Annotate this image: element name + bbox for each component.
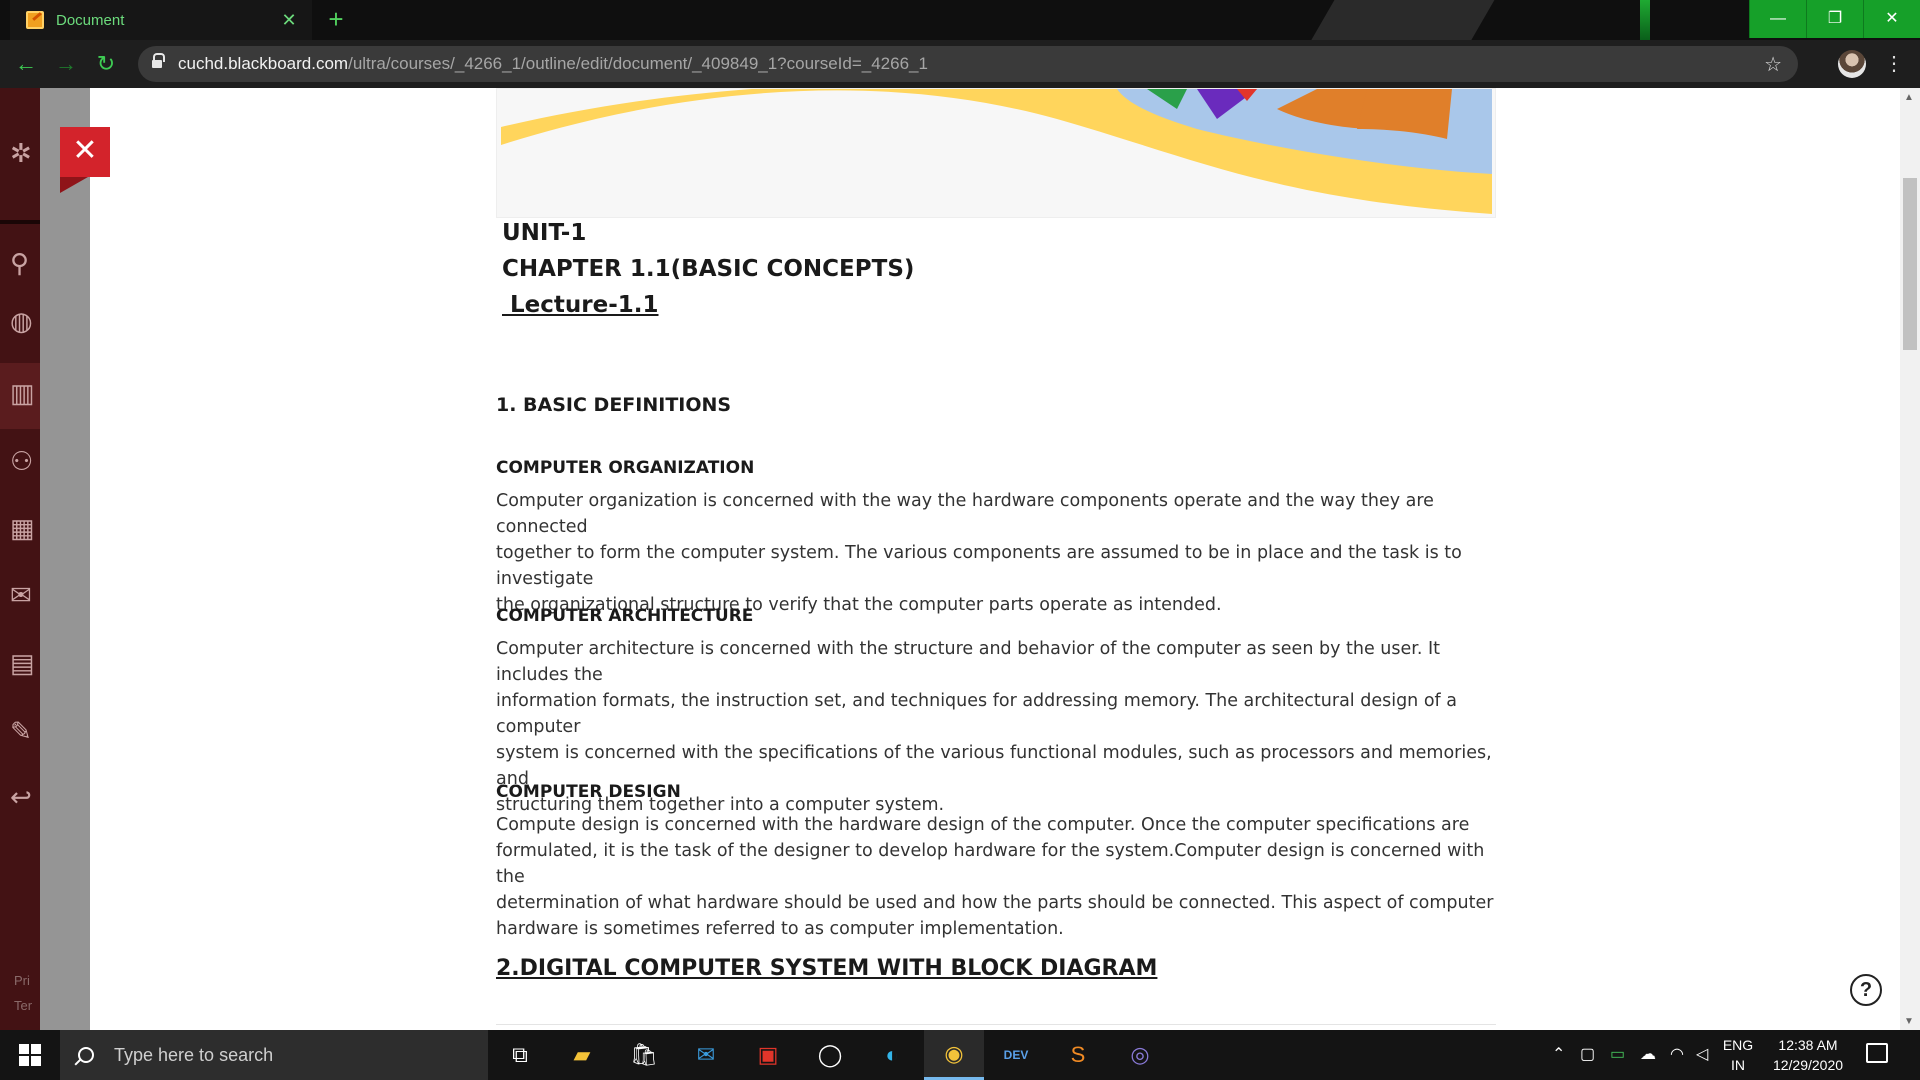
mail-icon[interactable]: ✉ — [676, 1030, 736, 1080]
taskbar-search-box[interactable]: Type here to search — [60, 1030, 488, 1080]
volume-icon[interactable]: ◁ — [1696, 1044, 1708, 1064]
windows-taskbar: Type here to search ⧉ ▰ 🛍 ✉ ▣ ◯ ◐ ◉ DEV … — [0, 1030, 1920, 1080]
paragraph-computer-organization: Computer organization is concerned with … — [496, 488, 1496, 618]
region-code: IN — [1731, 1057, 1745, 1073]
search-icon — [78, 1047, 94, 1063]
lecture-heading: Lecture-1.1 — [502, 292, 659, 318]
courses-icon[interactable]: ▥ — [10, 378, 40, 408]
url-host: cuchd.blackboard.com — [178, 54, 349, 73]
nav-separator — [0, 220, 40, 224]
user-icon[interactable]: ⚲ — [10, 248, 40, 278]
scroll-up-arrow-icon[interactable]: ▲ — [1904, 92, 1914, 103]
privacy-link[interactable]: Pri — [14, 973, 30, 988]
lock-icon — [152, 53, 165, 70]
globe-icon[interactable]: ◍ — [10, 306, 40, 336]
sign-out-icon[interactable]: ↩ — [10, 782, 40, 812]
terms-link[interactable]: Ter — [14, 998, 32, 1013]
help-icon[interactable]: ? — [1850, 974, 1882, 1006]
banner-illustration — [497, 89, 1495, 217]
edge-icon[interactable]: ◐ — [862, 1030, 922, 1080]
minimize-button[interactable]: — — [1749, 0, 1806, 38]
tab-title: Document — [56, 11, 125, 29]
theme-decoration — [1294, 0, 1506, 40]
bookmark-star-icon[interactable]: ☆ — [1764, 52, 1782, 77]
gear-icon[interactable]: ✲ — [10, 138, 40, 168]
search-placeholder: Type here to search — [114, 1044, 274, 1065]
text-line: Computer architecture is concerned with … — [496, 639, 1440, 685]
text-line: Compute design is concerned with the har… — [496, 815, 1470, 835]
text-line: Computer organization is concerned with … — [496, 491, 1434, 537]
clock-time: 12:38 AM — [1778, 1037, 1838, 1053]
tools-icon[interactable]: ✎ — [10, 716, 40, 746]
battery-icon[interactable]: ▭ — [1610, 1044, 1625, 1064]
address-bar[interactable]: cuchd.blackboard.com/ultra/courses/_4266… — [138, 46, 1798, 82]
reload-icon[interactable]: ↻ — [86, 44, 126, 84]
show-hidden-icons-chevron-icon[interactable]: ⌃ — [1552, 1044, 1565, 1064]
text-line: formulated, it is the task of the design… — [496, 841, 1485, 887]
input-language[interactable]: ENG IN — [1716, 1035, 1760, 1075]
document-panel: UNIT-1 CHAPTER 1.1(BASIC CONCEPTS) Lectu… — [90, 88, 1900, 1030]
text-line: determination of what hardware should be… — [496, 893, 1494, 913]
windows-start-icon[interactable] — [0, 1030, 60, 1080]
eclipse-icon[interactable]: ◎ — [1110, 1030, 1170, 1080]
calendar-icon[interactable]: ▦ — [10, 513, 40, 543]
unit-heading: UNIT-1 — [502, 220, 587, 246]
course-nav-sidebar: ✲ ⚲ ◍ ▥ ⚇ ▦ ✉ ▤ ✎ ↩ Pri Ter — [0, 88, 40, 1030]
close-panel-button[interactable]: ✕ — [60, 127, 110, 177]
dev-cpp-icon[interactable]: DEV — [986, 1030, 1046, 1080]
page-scrollbar[interactable]: ▲ ▼ — [1900, 88, 1920, 1030]
scroll-down-arrow-icon[interactable]: ▼ — [1904, 1016, 1914, 1027]
text-line: together to form the computer system. Th… — [496, 543, 1462, 589]
chrome-icon[interactable]: ◉ — [924, 1030, 984, 1080]
course-banner-image — [496, 88, 1496, 218]
document-favicon-icon — [26, 11, 44, 29]
file-explorer-icon[interactable]: ▰ — [552, 1030, 612, 1080]
url-path: /ultra/courses/_4266_1/outline/edit/docu… — [348, 54, 928, 73]
meet-now-icon[interactable]: ▢ — [1580, 1044, 1595, 1064]
profile-avatar[interactable] — [1838, 50, 1866, 78]
web-page: ✲ ⚲ ◍ ▥ ⚇ ▦ ✉ ▤ ✎ ↩ Pri Ter UNIT-1 CHAPT… — [0, 88, 1920, 1030]
wifi-icon[interactable]: ◠ — [1670, 1044, 1684, 1064]
store-icon[interactable]: 🛍 — [614, 1030, 674, 1080]
section-heading-basic-definitions: 1. BASIC DEFINITIONS — [496, 394, 732, 416]
scroll-thumb[interactable] — [1903, 178, 1917, 350]
panel-overlay — [40, 88, 90, 1030]
subheading-computer-organization: COMPUTER ORGANIZATION — [496, 458, 755, 478]
tab-close-icon[interactable]: ✕ — [274, 10, 304, 31]
forward-arrow-icon[interactable]: → — [46, 44, 86, 84]
onedrive-icon[interactable]: ☁ — [1640, 1044, 1656, 1064]
grades-icon[interactable]: ▤ — [10, 648, 40, 678]
notifications-icon[interactable] — [1866, 1043, 1888, 1063]
browser-menu-icon[interactable]: ⋮ — [1884, 50, 1904, 78]
messages-icon[interactable]: ✉ — [10, 580, 40, 610]
theme-decoration-accent — [1640, 0, 1650, 40]
organizations-icon[interactable]: ⚇ — [10, 446, 40, 476]
browser-tab[interactable]: Document ✕ — [10, 0, 312, 40]
whatsapp-icon[interactable]: ◯ — [800, 1030, 860, 1080]
paragraph-computer-design: Compute design is concerned with the har… — [496, 812, 1496, 942]
new-tab-button[interactable]: + — [320, 5, 352, 35]
text-line: hardware is sometimes referred to as com… — [496, 919, 1064, 939]
browser-toolbar: ← → ↻ cuchd.blackboard.com/ultra/courses… — [0, 40, 1920, 88]
sublime-text-icon[interactable]: S — [1048, 1030, 1108, 1080]
section-heading-block-diagram: 2.DIGITAL COMPUTER SYSTEM WITH BLOCK DIA… — [496, 956, 1158, 981]
subheading-computer-design: COMPUTER DESIGN — [496, 782, 681, 802]
gift-icon[interactable]: ▣ — [738, 1030, 798, 1080]
language-code: ENG — [1722, 1037, 1754, 1053]
text-line: information formats, the instruction set… — [496, 691, 1457, 737]
system-clock[interactable]: 12:38 AM 12/29/2020 — [1768, 1035, 1848, 1075]
task-view-icon[interactable]: ⧉ — [490, 1030, 550, 1080]
clock-date: 12/29/2020 — [1772, 1057, 1844, 1073]
restore-button[interactable]: ❐ — [1806, 0, 1863, 38]
back-arrow-icon[interactable]: ← — [6, 44, 46, 84]
close-window-button[interactable]: ✕ — [1863, 0, 1920, 38]
subheading-computer-architecture: COMPUTER ARCHITECTURE — [496, 606, 754, 626]
chapter-heading: CHAPTER 1.1(BASIC CONCEPTS) — [502, 256, 915, 282]
close-panel-ribbon — [60, 177, 88, 193]
window-controls: — ❐ ✕ — [1749, 0, 1920, 38]
browser-tab-bar: Document ✕ + — ❐ ✕ — [0, 0, 1920, 40]
